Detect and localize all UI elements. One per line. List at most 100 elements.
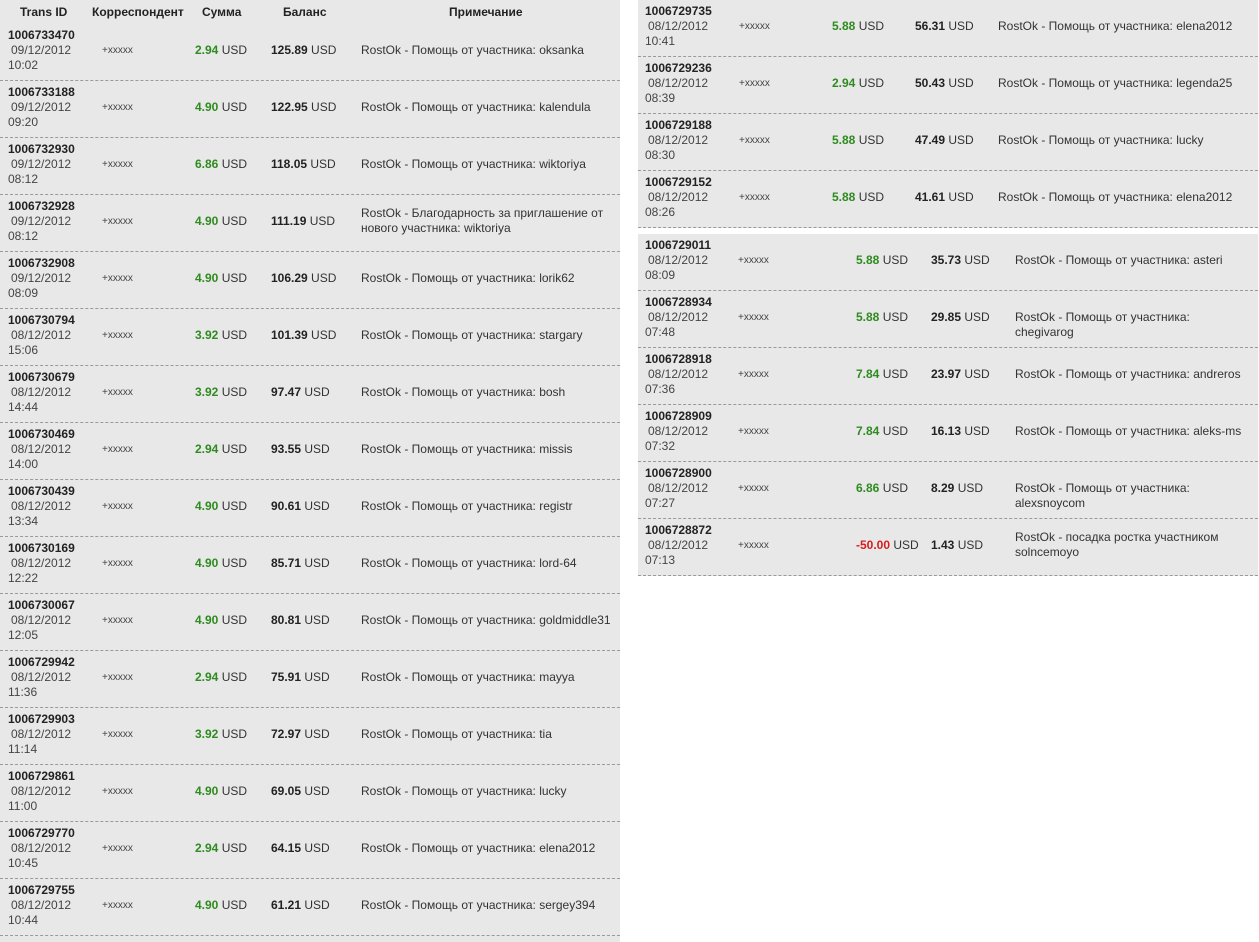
balance-currency: USD (301, 613, 330, 627)
balance-value: 47.49 (915, 133, 946, 147)
amount: 4.90 USD (195, 556, 247, 570)
correspondent: +xxxxx (102, 843, 133, 854)
trans-date: 08/12/2012 (11, 898, 72, 912)
table-row: 1006730794 08/12/2012 15:06 +xxxxx 3.92 USD 1… (0, 309, 620, 366)
balance-currency: USD (961, 424, 990, 438)
note: RostOk - Помощь от участника: alexsnoyco… (1015, 481, 1190, 510)
trans-time: 11:14 (8, 742, 38, 756)
trans-time: 13:34 (8, 514, 39, 528)
transactions-table-right-top: 1006729735 08/12/2012 10:41 +xxxxx 5.88 USD 5… (638, 0, 1258, 228)
amount: 2.94 USD (195, 43, 247, 57)
amount: 5.88 USD (856, 310, 908, 324)
trans-date: 08/12/2012 (648, 481, 709, 495)
trans-date: 08/12/2012 (11, 328, 72, 342)
trans-id: 1006730679 (8, 370, 75, 384)
amount-value: 2.94 (195, 670, 219, 684)
amount: 2.94 USD (195, 841, 247, 855)
table-row: 1006728934 08/12/2012 07:48 +xxxxx 5.88 USD 2… (638, 291, 1258, 348)
amount: 5.88 USD (832, 19, 884, 33)
balance-currency: USD (961, 253, 990, 267)
amount: 4.90 USD (195, 271, 247, 285)
trans-time: 07:48 (645, 325, 676, 339)
table-row: 1006733188 09/12/2012 09:20 +xxxxx 4.90 USD 1… (0, 81, 620, 138)
trans-date: 09/12/2012 (11, 271, 72, 285)
table-row: 1006728872 08/12/2012 07:13 +xxxxx -50.00 US… (638, 519, 1258, 576)
amount-value: 2.94 (195, 841, 219, 855)
header-balance: Баланс (283, 5, 327, 19)
note: RostOk - Помощь от участника: sergey394 (361, 898, 596, 912)
balance-value: 56.31 (915, 19, 946, 33)
amount-value: 2.94 (195, 442, 219, 456)
balance-currency: USD (945, 190, 974, 204)
balance: 93.55 USD (271, 442, 330, 456)
header-note: Примечание (449, 5, 523, 19)
rows-container: 1006729011 08/12/2012 08:09 +xxxxx 5.88 USD 3… (638, 234, 1258, 576)
balance-value: 64.15 (271, 841, 302, 855)
amount: 7.84 USD (856, 424, 908, 438)
balance: 101.39 USD (271, 328, 336, 342)
balance: 8.29 USD (931, 481, 983, 495)
transactions-table-right-bottom: 1006729011 08/12/2012 08:09 +xxxxx 5.88 USD 3… (638, 234, 1258, 576)
amount-currency: USD (218, 499, 248, 513)
balance-currency: USD (301, 670, 330, 684)
trans-id: 1006732930 (8, 142, 75, 156)
amount: 3.92 USD (195, 727, 247, 741)
amount-currency: USD (879, 424, 909, 438)
amount-currency: USD (218, 841, 248, 855)
balance-currency: USD (945, 133, 974, 147)
header-trans-id: Trans ID (20, 5, 68, 19)
table-row: 1006728900 08/12/2012 07:27 +xxxxx 6.86 USD 8… (638, 462, 1258, 519)
trans-id: 1006729188 (645, 118, 712, 132)
correspondent: +xxxxx (102, 558, 133, 569)
balance-currency: USD (307, 43, 337, 57)
amount: 2.94 USD (195, 442, 247, 456)
amount: 3.92 USD (195, 385, 247, 399)
amount: 3.92 USD (195, 328, 247, 342)
trans-time: 08:30 (645, 148, 676, 162)
amount-currency: USD (218, 100, 248, 114)
amount-value: 3.92 (195, 385, 219, 399)
trans-date: 08/12/2012 (648, 310, 709, 324)
trans-time: 12:22 (8, 571, 39, 585)
trans-time: 14:00 (8, 457, 39, 471)
trans-id: 1006729770 (8, 826, 75, 840)
amount-currency: USD (218, 214, 248, 228)
table-row: 1006729942 08/12/2012 11:36 +xxxxx 2.94 USD 7… (0, 651, 620, 708)
correspondent: +xxxxx (102, 729, 133, 740)
balance-value: 69.05 (271, 784, 302, 798)
trans-id: 1006733470 (8, 28, 75, 42)
trans-time: 10:02 (8, 58, 39, 72)
note: RostOk - Помощь от участника: goldmiddle… (361, 613, 611, 627)
trans-id: 1006730439 (8, 484, 75, 498)
balance-currency: USD (301, 556, 330, 570)
amount-currency: USD (218, 271, 248, 285)
balance-value: 35.73 (931, 253, 962, 267)
trans-date: 08/12/2012 (11, 442, 72, 456)
trans-date: 08/12/2012 (11, 556, 72, 570)
correspondent: +xxxxx (102, 102, 133, 113)
balance: 80.81 USD (271, 613, 330, 627)
balance: 50.43 USD (915, 76, 974, 90)
trans-date: 08/12/2012 (648, 76, 709, 90)
balance-currency: USD (961, 310, 990, 324)
trans-id: 1006733188 (8, 85, 75, 99)
balance: 23.97 USD (931, 367, 990, 381)
table-row: 1006728918 08/12/2012 07:36 +xxxxx 7.84 USD 2… (638, 348, 1258, 405)
amount: 2.94 USD (832, 76, 884, 90)
balance: 47.49 USD (915, 133, 974, 147)
note: RostOk - Помощь от участника: mayya (361, 670, 575, 684)
amount-value: 5.88 (832, 133, 856, 147)
balance-currency: USD (307, 157, 336, 171)
correspondent: +xxxxx (738, 540, 769, 551)
trans-time: 10:44 (8, 913, 39, 927)
balance-currency: USD (945, 76, 974, 90)
trans-time: 07:13 (645, 553, 676, 567)
trans-id: 1006730067 (8, 598, 75, 612)
balance: 85.71 USD (271, 556, 330, 570)
amount-currency: USD (879, 367, 909, 381)
amount-currency: USD (218, 385, 248, 399)
header-amount: Сумма (202, 5, 242, 19)
balance: 90.61 USD (271, 499, 330, 513)
correspondent: +xxxxx (738, 255, 769, 266)
balance-value: 111.19 (271, 214, 307, 228)
